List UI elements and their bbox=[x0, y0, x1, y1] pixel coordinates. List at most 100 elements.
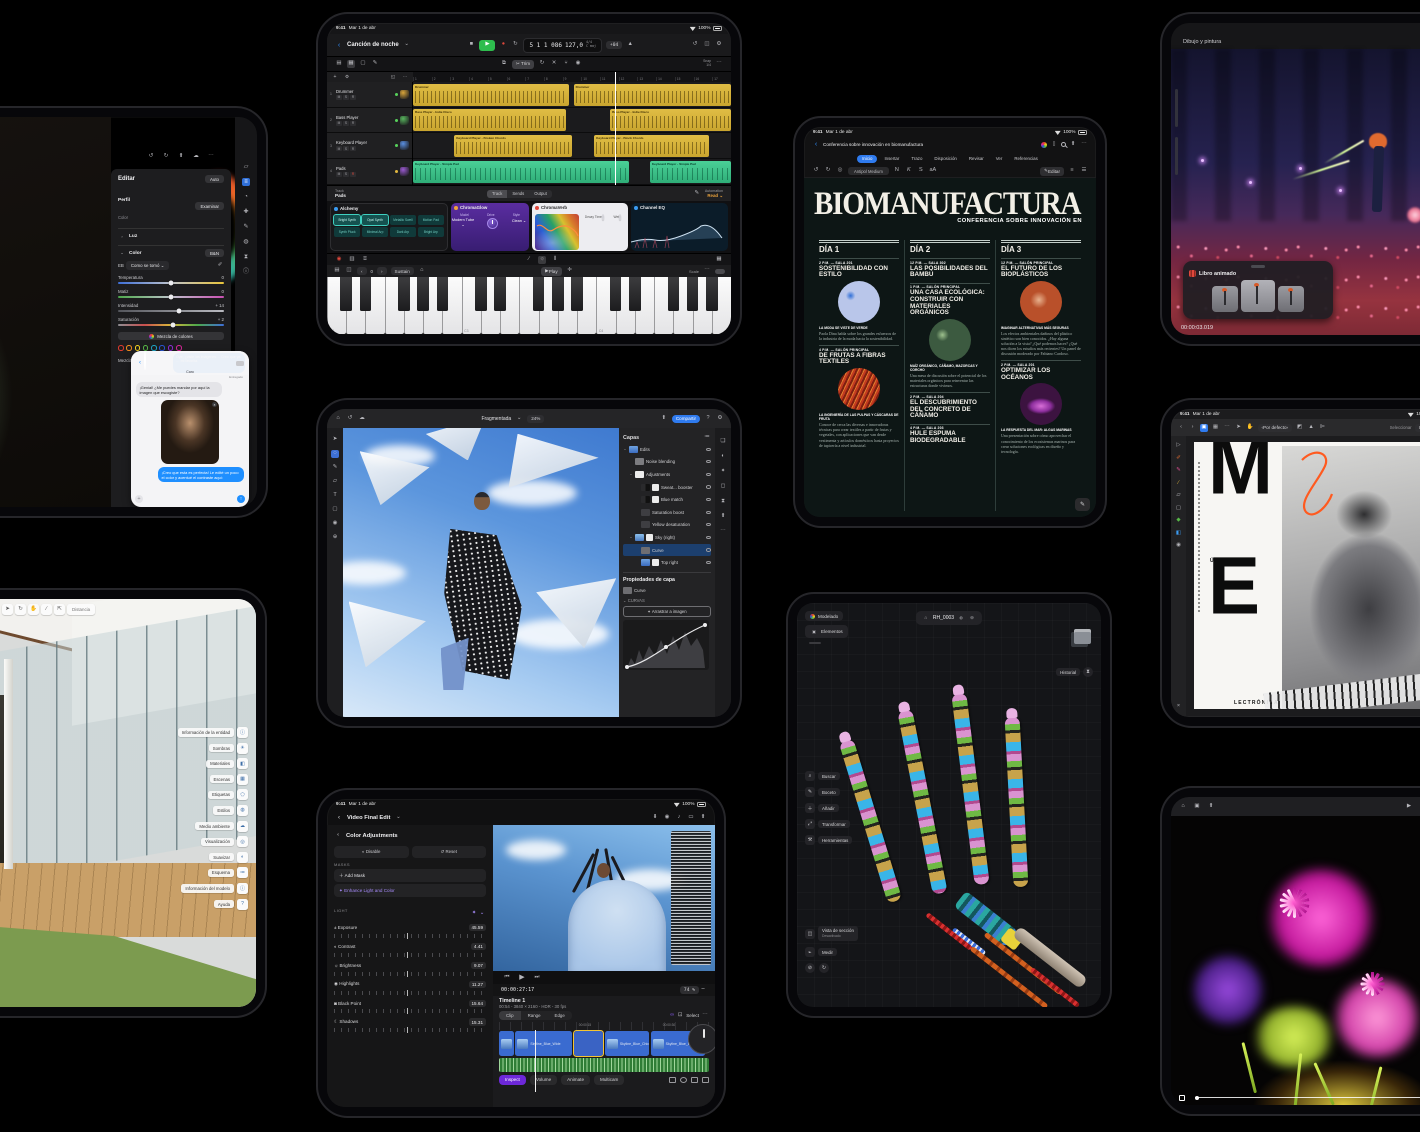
color-dot[interactable] bbox=[176, 345, 182, 351]
help-icon[interactable]: ? bbox=[704, 415, 712, 423]
zoom-level[interactable]: 24% bbox=[527, 414, 545, 423]
panel-icon[interactable]: ≔ bbox=[237, 867, 248, 879]
slider-exposure[interactable]: ± Exposure 45.59 bbox=[334, 924, 486, 939]
collapse-icon[interactable]: ◱ bbox=[389, 73, 397, 81]
velocity-icon[interactable]: ◉ bbox=[574, 60, 582, 68]
black-key[interactable] bbox=[629, 277, 641, 311]
panel-icon[interactable]: ▦ bbox=[237, 773, 248, 785]
track-header-drummer[interactable]: 1 Drummer M S R bbox=[327, 82, 412, 108]
panel-7[interactable]: Visualización ◎ bbox=[200, 836, 248, 848]
history-button[interactable]: Historial bbox=[1056, 667, 1080, 677]
zoom-tool-icon[interactable]: ⊕ bbox=[331, 534, 339, 542]
tab-disposición[interactable]: Disposición bbox=[929, 155, 961, 163]
edit-fab[interactable]: ✎ bbox=[1075, 498, 1090, 511]
isolate-button[interactable]: ⊘ bbox=[805, 963, 815, 973]
orbit-button[interactable]: ↻ bbox=[819, 963, 829, 973]
slider-black-point[interactable]: ◙ Black Point 15.64 bbox=[334, 999, 486, 1015]
render-viewport[interactable] bbox=[1171, 816, 1420, 1105]
wb-dropdown[interactable]: Como se tomó ⌄ bbox=[125, 261, 170, 271]
black-key[interactable] bbox=[494, 277, 506, 311]
slider-ticks[interactable] bbox=[334, 970, 486, 977]
pen-tool-icon[interactable]: ✐ bbox=[1175, 455, 1183, 463]
mixer-icon[interactable]: ◫ bbox=[703, 41, 711, 49]
black-key[interactable] bbox=[705, 277, 718, 311]
buscar-icon[interactable]: ⌕ bbox=[805, 771, 815, 781]
line-tool-icon[interactable]: ∕ bbox=[41, 604, 52, 615]
panel-icon[interactable]: ◎ bbox=[237, 836, 248, 848]
timeline-scrubber[interactable] bbox=[1195, 1096, 1420, 1098]
black-key[interactable] bbox=[552, 277, 564, 311]
avatar[interactable] bbox=[144, 351, 146, 370]
color-dot[interactable] bbox=[126, 345, 132, 351]
octave-down-button[interactable]: ‹ bbox=[357, 267, 367, 275]
visibility-eye-icon[interactable] bbox=[706, 561, 711, 565]
pencil-tool-icon[interactable]: ∕ bbox=[1175, 480, 1183, 488]
forward-icon[interactable]: › bbox=[1189, 424, 1197, 432]
black-key[interactable] bbox=[667, 277, 680, 311]
split-icon[interactable]: ⑂ bbox=[562, 60, 570, 68]
align-icon[interactable]: ⊫ bbox=[1319, 424, 1327, 432]
scale-label[interactable]: Scale bbox=[689, 269, 699, 274]
move-tool-icon[interactable]: ▷ bbox=[1175, 442, 1183, 450]
black-key[interactable] bbox=[686, 277, 699, 311]
region[interactable]: Bass Player - Indie Disco bbox=[610, 109, 731, 132]
elements-button[interactable]: ▣ Elementos bbox=[805, 625, 848, 638]
persona-icon[interactable]: ▣ bbox=[1200, 423, 1208, 432]
color-dot[interactable] bbox=[118, 345, 124, 351]
arpeggiator-icon[interactable]: ✛ bbox=[566, 267, 574, 275]
snapping-icon[interactable]: ⊡ bbox=[676, 1012, 684, 1020]
disable-button[interactable]: ◐ Disable bbox=[334, 846, 409, 858]
frame-thumbnail[interactable] bbox=[1212, 286, 1238, 312]
eyedropper-tool-icon[interactable]: ◉ bbox=[331, 520, 339, 528]
hand-icon[interactable]: ✋ bbox=[1246, 424, 1254, 432]
crop-icon[interactable]: ▱ bbox=[242, 163, 250, 171]
record-button[interactable]: R bbox=[350, 120, 356, 126]
overwrite-icon[interactable] bbox=[691, 1076, 698, 1083]
loop-icon[interactable]: ↻ bbox=[538, 60, 546, 68]
slider-temperatura[interactable]: Temperatura 0 bbox=[118, 275, 224, 286]
tool-buscar[interactable]: ⌕ Buscar bbox=[805, 771, 852, 781]
color-dot[interactable] bbox=[134, 345, 141, 351]
cloud-icon[interactable]: ☁ bbox=[358, 415, 366, 423]
mute-button[interactable]: M bbox=[336, 171, 342, 177]
document-name[interactable]: Fragmentada bbox=[481, 416, 511, 422]
effects-icon[interactable]: ✦ bbox=[719, 468, 727, 476]
slider-knob[interactable] bbox=[168, 280, 174, 286]
panel-icon[interactable]: ? bbox=[237, 898, 248, 910]
record-button[interactable]: R bbox=[350, 146, 356, 152]
brush-icon[interactable]: ✎ bbox=[242, 223, 250, 231]
drag-handle[interactable] bbox=[1251, 265, 1265, 268]
plugin-alchemy[interactable]: Alchemy Bright Synth Opal Synth Metallic S… bbox=[330, 203, 448, 251]
versions-icon[interactable]: ⧗ bbox=[242, 253, 250, 261]
slider-value[interactable]: 45.59 bbox=[468, 924, 486, 932]
visibility-eye-icon[interactable] bbox=[706, 510, 711, 514]
back-icon[interactable]: ‹ bbox=[335, 41, 343, 49]
panel-icon[interactable]: ⬠ bbox=[237, 789, 248, 801]
slider-highlights[interactable]: ◉ Highlights 11.27 bbox=[334, 980, 486, 996]
section-view-button[interactable]: Vista de sección Desactivado bbox=[818, 926, 858, 941]
reset-button[interactable]: ↺ Reset bbox=[411, 846, 486, 858]
timeline-clip[interactable] bbox=[499, 1031, 514, 1056]
tab-revisar[interactable]: Revisar bbox=[964, 155, 989, 163]
home-icon[interactable]: ⌂ bbox=[334, 415, 342, 423]
orbit-tool-icon[interactable]: ↻ bbox=[15, 604, 26, 615]
region[interactable]: Drummer bbox=[573, 83, 731, 106]
prev-frame-icon[interactable]: ⏮ bbox=[503, 974, 511, 982]
select-tool-icon[interactable]: ➤ bbox=[2, 604, 13, 615]
back-icon[interactable]: ‹ bbox=[812, 141, 820, 149]
shape-tool-icon[interactable]: ▢ bbox=[1175, 505, 1183, 513]
tool-transformar[interactable]: ⤢ Transformar bbox=[805, 819, 852, 829]
black-key[interactable] bbox=[609, 277, 622, 311]
track-lane[interactable]: Bass Player - Indie Disco Bass Player - I… bbox=[413, 108, 731, 134]
lock-icon[interactable]: ⌂ bbox=[418, 267, 426, 275]
panel-5[interactable]: Estilos ◍ bbox=[213, 804, 248, 816]
more-icon[interactable]: ⋯ bbox=[1080, 141, 1088, 149]
color-dot[interactable] bbox=[167, 345, 174, 351]
crop-tool-icon[interactable]: ▱ bbox=[1175, 492, 1183, 500]
track-lane[interactable]: Keyboard Player - Broken Chords Keyboard … bbox=[413, 133, 731, 160]
filter-icon[interactable]: ≔ bbox=[703, 434, 711, 442]
comments-icon[interactable]: ◻ bbox=[719, 483, 727, 491]
browse-profiles-button[interactable]: Examinar bbox=[195, 202, 224, 210]
more-icon[interactable]: ⋯ bbox=[1223, 424, 1231, 432]
lock-icon[interactable]: ⌂ bbox=[1179, 803, 1187, 811]
